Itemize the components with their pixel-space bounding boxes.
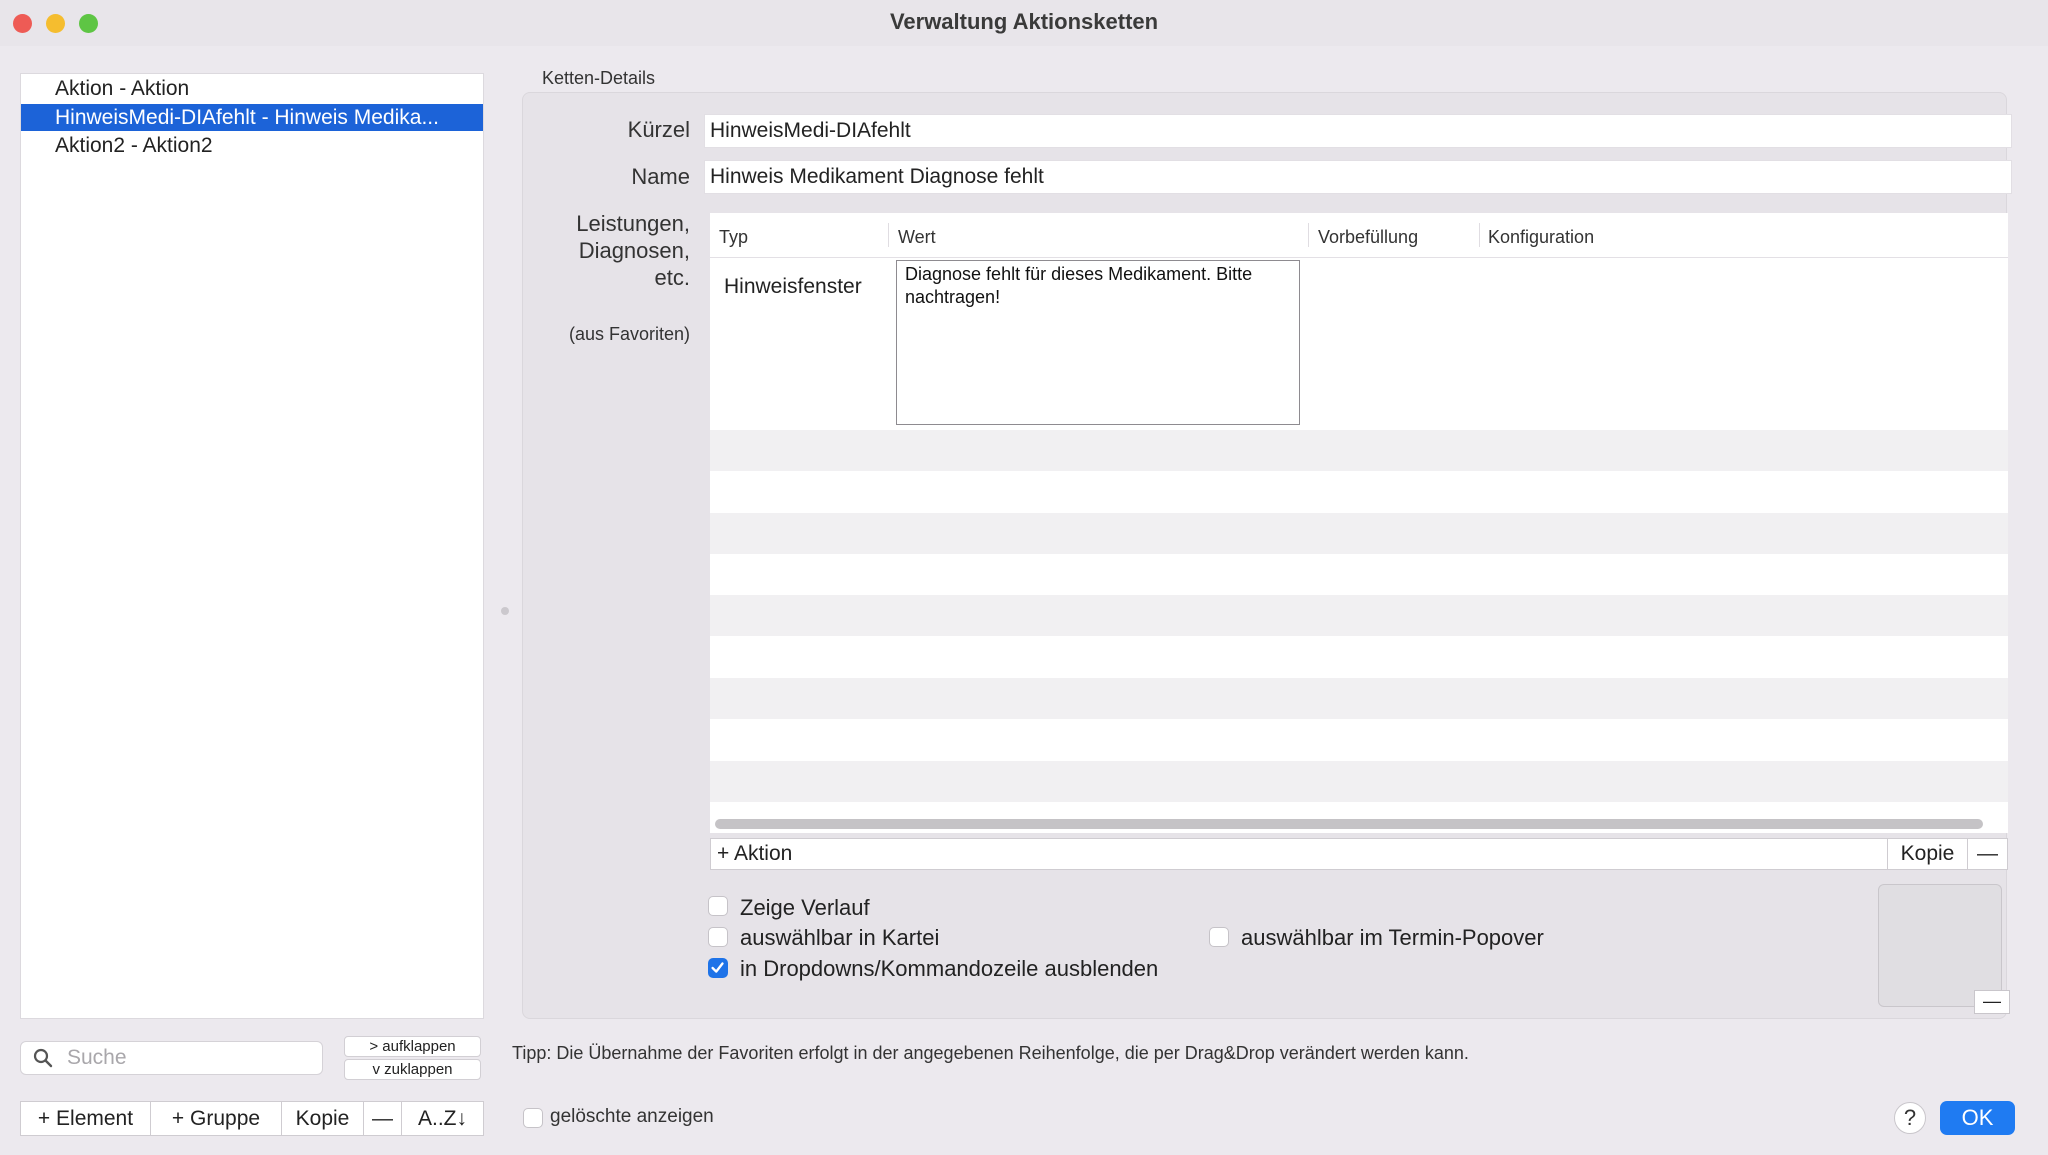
show-deleted-checkbox[interactable]	[523, 1108, 543, 1128]
ausblenden-label: in Dropdowns/Kommandozeile ausblenden	[740, 956, 1159, 981]
remove-element-button[interactable]: —	[363, 1101, 402, 1136]
add-action-button[interactable]: + Aktion	[713, 839, 792, 869]
ausblenden-checkbox[interactable]	[708, 958, 728, 978]
search-placeholder: Suche	[67, 1046, 127, 1069]
empty-row	[710, 430, 2008, 471]
zeige-verlauf-checkbox[interactable]	[708, 896, 728, 916]
list-item[interactable]: Aktion - Aktion	[21, 75, 483, 102]
collapse-all-button[interactable]: v zuklappen	[344, 1059, 481, 1080]
cell-typ: Hinweisfenster	[724, 275, 862, 298]
column-separator	[1308, 223, 1309, 247]
actions-table[interactable]: Typ Wert Vorbefüllung Konfiguration Hinw…	[710, 213, 2008, 833]
name-input[interactable]: Hinweis Medikament Diagnose fehlt	[704, 160, 2012, 194]
show-deleted-label: gelöschte anzeigen	[550, 1106, 714, 1127]
empty-row	[710, 678, 2008, 719]
sort-button[interactable]: A..Z↓	[401, 1101, 484, 1136]
add-group-button[interactable]: + Gruppe	[150, 1101, 282, 1136]
leistungen-label-line: Diagnosen,	[578, 238, 690, 263]
empty-row	[710, 761, 2008, 802]
copy-element-button[interactable]: Kopie	[281, 1101, 364, 1136]
remove-action-button[interactable]: —	[1968, 839, 2007, 869]
auswaehlbar-kartei-checkbox[interactable]	[708, 927, 728, 947]
group-title: Ketten-Details	[542, 68, 656, 88]
column-header-vorbefuellung[interactable]: Vorbefüllung	[1318, 227, 1418, 248]
checkmark-icon	[711, 962, 724, 973]
column-header-wert[interactable]: Wert	[898, 227, 936, 248]
chain-list[interactable]: Aktion - Aktion HinweisMedi-DIAfehlt - H…	[20, 73, 484, 1019]
empty-row	[710, 513, 2008, 554]
kuerzel-input[interactable]: HinweisMedi-DIAfehlt	[704, 114, 2012, 148]
tip-text: Tipp: Die Übernahme der Favoriten erfolg…	[512, 1043, 1469, 1063]
window-title: Verwaltung Aktionsketten	[889, 9, 1159, 34]
search-field[interactable]: Suche	[20, 1041, 323, 1075]
empty-row	[710, 595, 2008, 636]
help-button[interactable]: ?	[1894, 1102, 1926, 1134]
cell-wert-textarea[interactable]: Diagnose fehlt für dieses Medikament. Bi…	[896, 260, 1300, 425]
icon-preview-well[interactable]: —	[1878, 884, 2010, 1014]
column-separator	[888, 223, 889, 247]
action-bar: + Aktion Kopie —	[710, 838, 2008, 870]
auswaehlbar-termin-checkbox[interactable]	[1209, 927, 1229, 947]
column-header-typ[interactable]: Typ	[719, 227, 748, 248]
auswaehlbar-kartei-label: auswählbar in Kartei	[740, 925, 940, 950]
kuerzel-label: Kürzel	[627, 117, 690, 142]
ok-button[interactable]: OK	[1940, 1101, 2015, 1135]
favoriten-note: (aus Favoriten)	[568, 324, 690, 344]
copy-action-button[interactable]: Kopie	[1888, 839, 1967, 869]
auswaehlbar-termin-label: auswählbar im Termin-Popover	[1241, 925, 1544, 950]
expand-all-button[interactable]: > aufklappen	[344, 1036, 481, 1057]
split-view-handle[interactable]	[501, 607, 509, 615]
list-item-selected[interactable]: HinweisMedi-DIAfehlt - Hinweis Medika...	[21, 104, 483, 131]
search-icon	[33, 1048, 53, 1068]
column-header-konfiguration[interactable]: Konfiguration	[1488, 227, 1594, 248]
horizontal-scrollbar[interactable]	[715, 819, 1983, 829]
leistungen-label: Leistungen, Diagnosen, etc.	[530, 210, 690, 291]
add-element-button[interactable]: + Element	[20, 1101, 151, 1136]
column-separator	[1479, 223, 1480, 247]
leistungen-label-line: Leistungen,	[576, 211, 690, 236]
leistungen-label-line: etc.	[654, 265, 690, 290]
list-item[interactable]: Aktion2 - Aktion2	[21, 132, 483, 159]
remove-icon-button[interactable]: —	[1974, 990, 2010, 1014]
zeige-verlauf-label: Zeige Verlauf	[740, 895, 870, 920]
name-label: Name	[631, 164, 690, 189]
